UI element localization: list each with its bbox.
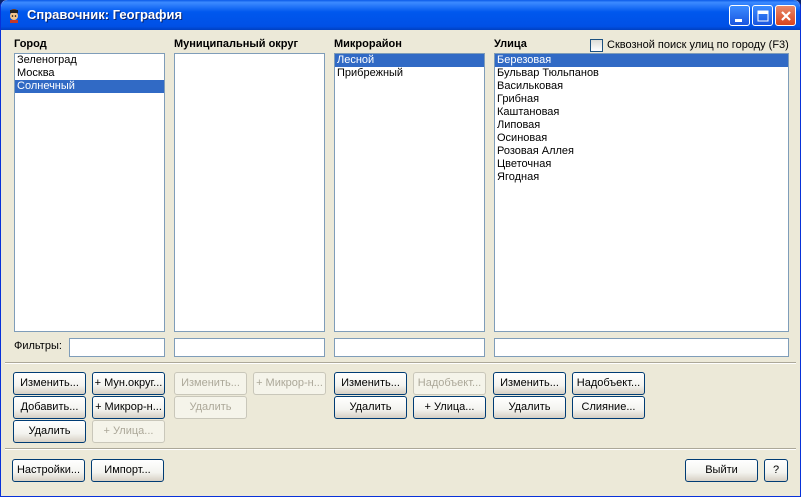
exit-button[interactable]: Выйти: [685, 459, 758, 482]
maximize-icon: [757, 10, 769, 22]
city-delete-button[interactable]: Удалить: [13, 420, 86, 443]
microdistrict-listbox[interactable]: Лесной Прибрежный: [334, 53, 485, 332]
street-filter-input[interactable]: [494, 338, 789, 357]
filters-label: Фильтры:: [14, 340, 62, 352]
client-area: Город Муниципальный округ Микрорайон Ули…: [5, 30, 796, 493]
add-street-button-disabled[interactable]: + Улица...: [92, 420, 165, 443]
import-button[interactable]: Импорт...: [91, 459, 164, 482]
help-button[interactable]: ?: [764, 459, 788, 482]
add-mun-okrug-button[interactable]: + Мун.округ...: [92, 372, 165, 395]
app-window: Справочник: География Город Муниципальны…: [0, 0, 801, 497]
maximize-button[interactable]: [752, 5, 773, 26]
street-list-item[interactable]: Грибная: [495, 93, 788, 106]
through-search-checkbox[interactable]: [590, 39, 603, 52]
close-icon: [781, 11, 791, 21]
street-list-item[interactable]: Березовая: [495, 54, 788, 67]
close-button[interactable]: [775, 5, 796, 26]
micro-add-street-button[interactable]: + Улица...: [413, 396, 486, 419]
city-list-item[interactable]: Зеленоград: [15, 54, 164, 67]
street-edit-button[interactable]: Изменить...: [493, 372, 566, 395]
street-nadobekt-button[interactable]: Надобъект...: [572, 372, 645, 395]
street-list-item[interactable]: Бульвар Тюльпанов: [495, 67, 788, 80]
micro-nadobekt-button[interactable]: Надобъект...: [413, 372, 486, 395]
city-edit-button[interactable]: Изменить...: [13, 372, 86, 395]
street-delete-button[interactable]: Удалить: [493, 396, 566, 419]
street-list-item[interactable]: Цветочная: [495, 158, 788, 171]
street-list-item[interactable]: Липовая: [495, 119, 788, 132]
city-label: Город: [14, 38, 47, 50]
app-icon: [6, 7, 22, 23]
street-list-item[interactable]: Розовая Аллея: [495, 145, 788, 158]
street-list-item[interactable]: Осиновая: [495, 132, 788, 145]
settings-button[interactable]: Настройки...: [12, 459, 85, 482]
city-list-item[interactable]: Солнечный: [15, 80, 164, 93]
minimize-button[interactable]: [729, 5, 750, 26]
district-delete-button[interactable]: Удалить: [174, 396, 247, 419]
street-list-item[interactable]: Васильковая: [495, 80, 788, 93]
title-bar[interactable]: Справочник: География: [1, 0, 800, 30]
microdistrict-list-item[interactable]: Прибрежный: [335, 67, 484, 80]
street-listbox[interactable]: Березовая Бульвар Тюльпанов Васильковая Гри…: [494, 53, 789, 332]
street-label: Улица: [494, 38, 527, 50]
minimize-icon: [735, 19, 742, 22]
micro-edit-button[interactable]: Изменить...: [334, 372, 407, 395]
separator-bottom: [5, 448, 796, 450]
city-list-item[interactable]: Москва: [15, 67, 164, 80]
street-list-item[interactable]: Ягодная: [495, 171, 788, 184]
window-title: Справочник: География: [27, 7, 183, 22]
microdistrict-label: Микрорайон: [334, 38, 402, 50]
city-filter-input[interactable]: [69, 338, 165, 357]
add-mikrorayon-button[interactable]: + Микрор-н...: [92, 396, 165, 419]
street-list-item[interactable]: Каштановая: [495, 106, 788, 119]
separator: [5, 362, 796, 364]
city-add-button[interactable]: Добавить...: [13, 396, 86, 419]
district-edit-button[interactable]: Изменить...: [174, 372, 247, 395]
through-search-label: Сквозной поиск улиц по городу (F3): [607, 39, 789, 51]
city-listbox[interactable]: Зеленоград Москва Солнечный: [14, 53, 165, 332]
district-add-mikrorayon-button[interactable]: + Микрор-н...: [253, 372, 326, 395]
district-listbox[interactable]: [174, 53, 325, 332]
microdistrict-filter-input[interactable]: [334, 338, 485, 357]
district-filter-input[interactable]: [174, 338, 325, 357]
micro-delete-button[interactable]: Удалить: [334, 396, 407, 419]
microdistrict-list-item[interactable]: Лесной: [335, 54, 484, 67]
district-label: Муниципальный округ: [174, 38, 299, 50]
street-merge-button[interactable]: Слияние...: [572, 396, 645, 419]
